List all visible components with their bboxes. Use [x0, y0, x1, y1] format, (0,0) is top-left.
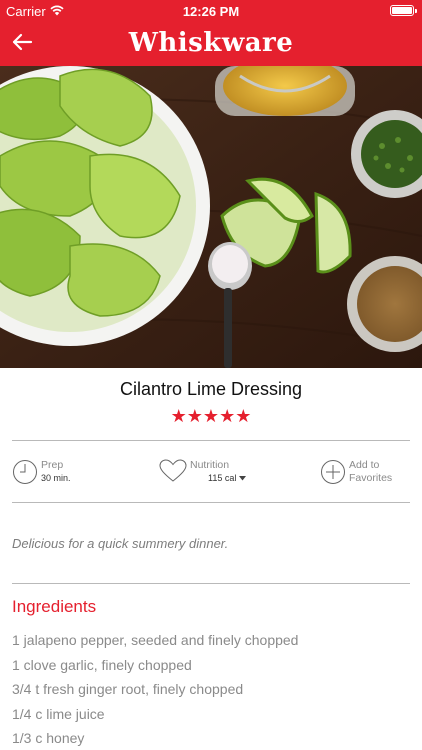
ingredient-list: 1 jalapeno pepper, seeded and finely cho… [12, 630, 298, 750]
ingredient-item: 1 clove garlic, finely chopped [12, 656, 192, 673]
nutrition-value-row: 115 cal [190, 472, 246, 484]
prep-label: Prep [41, 459, 64, 471]
battery-icon [390, 5, 417, 16]
app-brand-title: Whiskware [128, 28, 294, 58]
status-bar: Carrier 12:26 PM [0, 0, 422, 22]
ingredient-item: 1/4 c lime juice [12, 705, 105, 722]
nutrition-button[interactable]: Nutrition 115 cal [159, 459, 246, 488]
heart-icon [159, 459, 187, 488]
add-to-favorites-button[interactable]: Add to Favorites [320, 459, 392, 490]
prep-time: Prep 30 min. [12, 459, 71, 490]
star-rating[interactable]: ★★★★★ [0, 408, 422, 426]
divider [12, 440, 410, 441]
nutrition-label: Nutrition [190, 459, 230, 471]
prep-value: 30 min. [41, 473, 71, 483]
divider [12, 502, 410, 503]
recipe-note: Delicious for a quick summery dinner. [12, 536, 229, 551]
star-rating-text: ★★★★★ [170, 406, 252, 427]
caret-down-icon [238, 473, 246, 483]
nav-bar: Whiskware [0, 22, 422, 66]
recipe-hero-image [0, 66, 422, 368]
plus-circle-icon [320, 459, 346, 490]
ingredient-item: 3/4 t fresh ginger root, finely chopped [12, 681, 244, 697]
ingredients-heading: Ingredients [12, 597, 97, 616]
recipe-meta-row: Prep 30 min. Nutrition 115 cal Add to Fa… [0, 442, 422, 502]
nutrition-value: 115 cal [208, 473, 237, 483]
recipe-header: Cilantro Lime Dressing ★★★★★ [0, 368, 422, 440]
ingredient-item: 1/3 c honey [12, 730, 85, 746]
ingredient-item: 1 jalapeno pepper, seeded and finely cho… [12, 632, 299, 648]
divider [12, 583, 410, 584]
favorites-label-line1: Add to [349, 459, 380, 471]
favorites-label-line2: Favorites [349, 472, 393, 484]
recipe-title: Cilantro Lime Dressing [119, 379, 303, 399]
clock-icon [12, 459, 38, 490]
status-time: 12:26 PM [182, 4, 240, 19]
